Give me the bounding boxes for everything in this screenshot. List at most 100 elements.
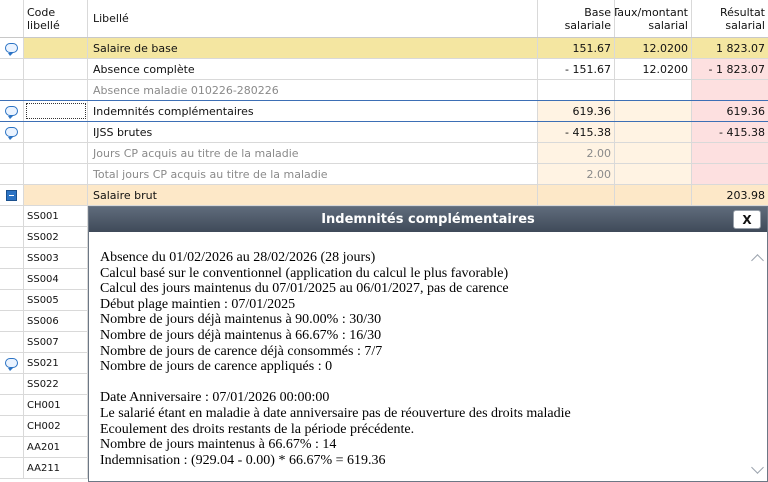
header-resultat-line1: Résultat	[719, 5, 765, 19]
libelle-cell: Salaire brut	[88, 185, 538, 205]
code-cell: SS002	[24, 227, 88, 247]
table-row-salaire-brut[interactable]: Salaire brut 203.98	[0, 185, 768, 206]
taux-cell	[615, 164, 692, 184]
resultat-cell: - 415.38	[692, 122, 768, 142]
list-item[interactable]: SS021	[0, 353, 88, 374]
header-taux-line2: salarial	[648, 18, 688, 32]
table-row[interactable]: Absence complète - 151.67 12.0200 - 1 82…	[0, 59, 768, 80]
table-row-selected[interactable]: Indemnités complémentaires 619.36 619.36	[0, 101, 768, 122]
comment-cell	[0, 290, 24, 310]
code-cell	[24, 143, 88, 163]
resultat-cell	[692, 80, 768, 100]
collapse-cell[interactable]	[0, 185, 24, 205]
taux-cell	[615, 143, 692, 163]
list-item[interactable]: SS004	[0, 269, 88, 290]
taux-cell: 12.0200	[615, 59, 692, 79]
base-cell: 2.00	[538, 164, 615, 184]
dialog-title: Indemnités complémentaires	[321, 212, 535, 227]
list-item[interactable]: SS022	[0, 374, 88, 395]
base-cell: - 151.67	[538, 59, 615, 79]
header-code[interactable]: Code libellé	[24, 0, 88, 37]
comment-cell	[0, 227, 24, 247]
taux-cell	[615, 185, 692, 205]
list-item[interactable]: SS006	[0, 311, 88, 332]
dialog-line: Date Anniversaire : 07/01/2026 00:00:00	[100, 390, 330, 406]
dialog-close-button[interactable]: X	[733, 210, 761, 229]
comment-bubble-icon[interactable]	[5, 127, 18, 140]
collapse-minus-icon[interactable]	[6, 189, 17, 201]
comment-cell	[0, 248, 24, 268]
dialog-line: Calcul des jours maintenus du 07/01/2025…	[100, 281, 509, 297]
code-cell	[24, 59, 88, 79]
comment-bubble-icon[interactable]	[5, 43, 18, 56]
list-item[interactable]: CH002	[0, 416, 88, 437]
comment-bubble-icon[interactable]	[5, 106, 18, 119]
list-item[interactable]: SS005	[0, 290, 88, 311]
header-taux[interactable]: Taux/montant salarial	[615, 0, 692, 37]
code-cell: SS006	[24, 311, 88, 331]
comment-cell[interactable]	[0, 38, 24, 58]
code-cell	[24, 185, 88, 205]
indemnites-dialog: Indemnités complémentaires X Absence du …	[88, 206, 768, 482]
base-cell: 619.36	[538, 101, 615, 121]
comment-cell	[0, 395, 24, 415]
dialog-line: Calcul basé sur le conventionnel (applic…	[100, 265, 509, 281]
base-cell: 151.67	[538, 38, 615, 58]
comment-cell	[0, 206, 24, 226]
dialog-titlebar[interactable]: Indemnités complémentaires X	[89, 207, 767, 232]
comment-cell[interactable]	[0, 353, 24, 373]
dialog-line: Le salarié étant en maladie à date anniv…	[100, 405, 571, 421]
comment-cell	[0, 143, 24, 163]
dialog-line: Indemnisation : (929.04 - 0.00) * 66.67%…	[100, 452, 386, 468]
table-row[interactable]: Jours CP acquis au titre de la maladie 2…	[0, 143, 768, 164]
code-cell[interactable]	[24, 101, 88, 121]
comment-cell	[0, 311, 24, 331]
taux-cell: 12.0200	[615, 38, 692, 58]
dialog-content: Absence du 01/02/2026 au 28/02/2026 (28 …	[100, 250, 740, 468]
libelle-cell: Absence complète	[88, 59, 538, 79]
list-item[interactable]: SS002	[0, 227, 88, 248]
code-cell: SS005	[24, 290, 88, 310]
list-item[interactable]: SS003	[0, 248, 88, 269]
comment-cell	[0, 269, 24, 289]
comment-cell	[0, 332, 24, 352]
base-cell: 2.00	[538, 143, 615, 163]
header-resultat[interactable]: Résultat salarial	[692, 0, 768, 37]
header-libelle[interactable]: Libellé	[88, 0, 538, 37]
list-item[interactable]: AA201	[0, 437, 88, 458]
base-cell	[538, 80, 615, 100]
code-cell: AA201	[24, 437, 88, 457]
code-cell: SS001	[24, 206, 88, 226]
code-cell: SS003	[24, 248, 88, 268]
list-item[interactable]: SS007	[0, 332, 88, 353]
comment-cell[interactable]	[0, 101, 24, 121]
table-row[interactable]: Total jours CP acquis au titre de la mal…	[0, 164, 768, 185]
resultat-cell	[692, 143, 768, 163]
libelle-cell: Salaire de base	[88, 38, 538, 58]
table-row[interactable]: IJSS brutes - 415.38 - 415.38	[0, 122, 768, 143]
table-row[interactable]: Absence maladie 010226-280226	[0, 80, 768, 101]
comment-cell	[0, 437, 24, 457]
code-cell	[24, 164, 88, 184]
libelle-cell: IJSS brutes	[88, 122, 538, 142]
list-item[interactable]: CH001	[0, 395, 88, 416]
comment-cell	[0, 164, 24, 184]
header-base-line2: salariale	[564, 18, 611, 32]
header-base[interactable]: Base salariale	[538, 0, 615, 37]
table-row[interactable]: Salaire de base 151.67 12.0200 1 823.07	[0, 38, 768, 59]
dialog-scrollbar[interactable]	[750, 233, 766, 481]
resultat-cell	[692, 164, 768, 184]
comment-cell[interactable]	[0, 122, 24, 142]
taux-cell	[615, 80, 692, 100]
comment-cell	[0, 416, 24, 436]
base-cell	[538, 185, 615, 205]
dialog-line: Absence du 01/02/2026 au 28/02/2026 (28 …	[100, 250, 376, 265]
scroll-down-icon[interactable]	[751, 461, 764, 474]
code-cell	[24, 80, 88, 100]
header-icon-col	[0, 0, 24, 37]
scroll-up-icon[interactable]	[751, 254, 764, 267]
resultat-cell: 203.98	[692, 185, 768, 205]
comment-bubble-icon[interactable]	[5, 358, 18, 371]
list-item[interactable]: AA211	[0, 458, 88, 479]
list-item[interactable]: SS001	[0, 206, 88, 227]
